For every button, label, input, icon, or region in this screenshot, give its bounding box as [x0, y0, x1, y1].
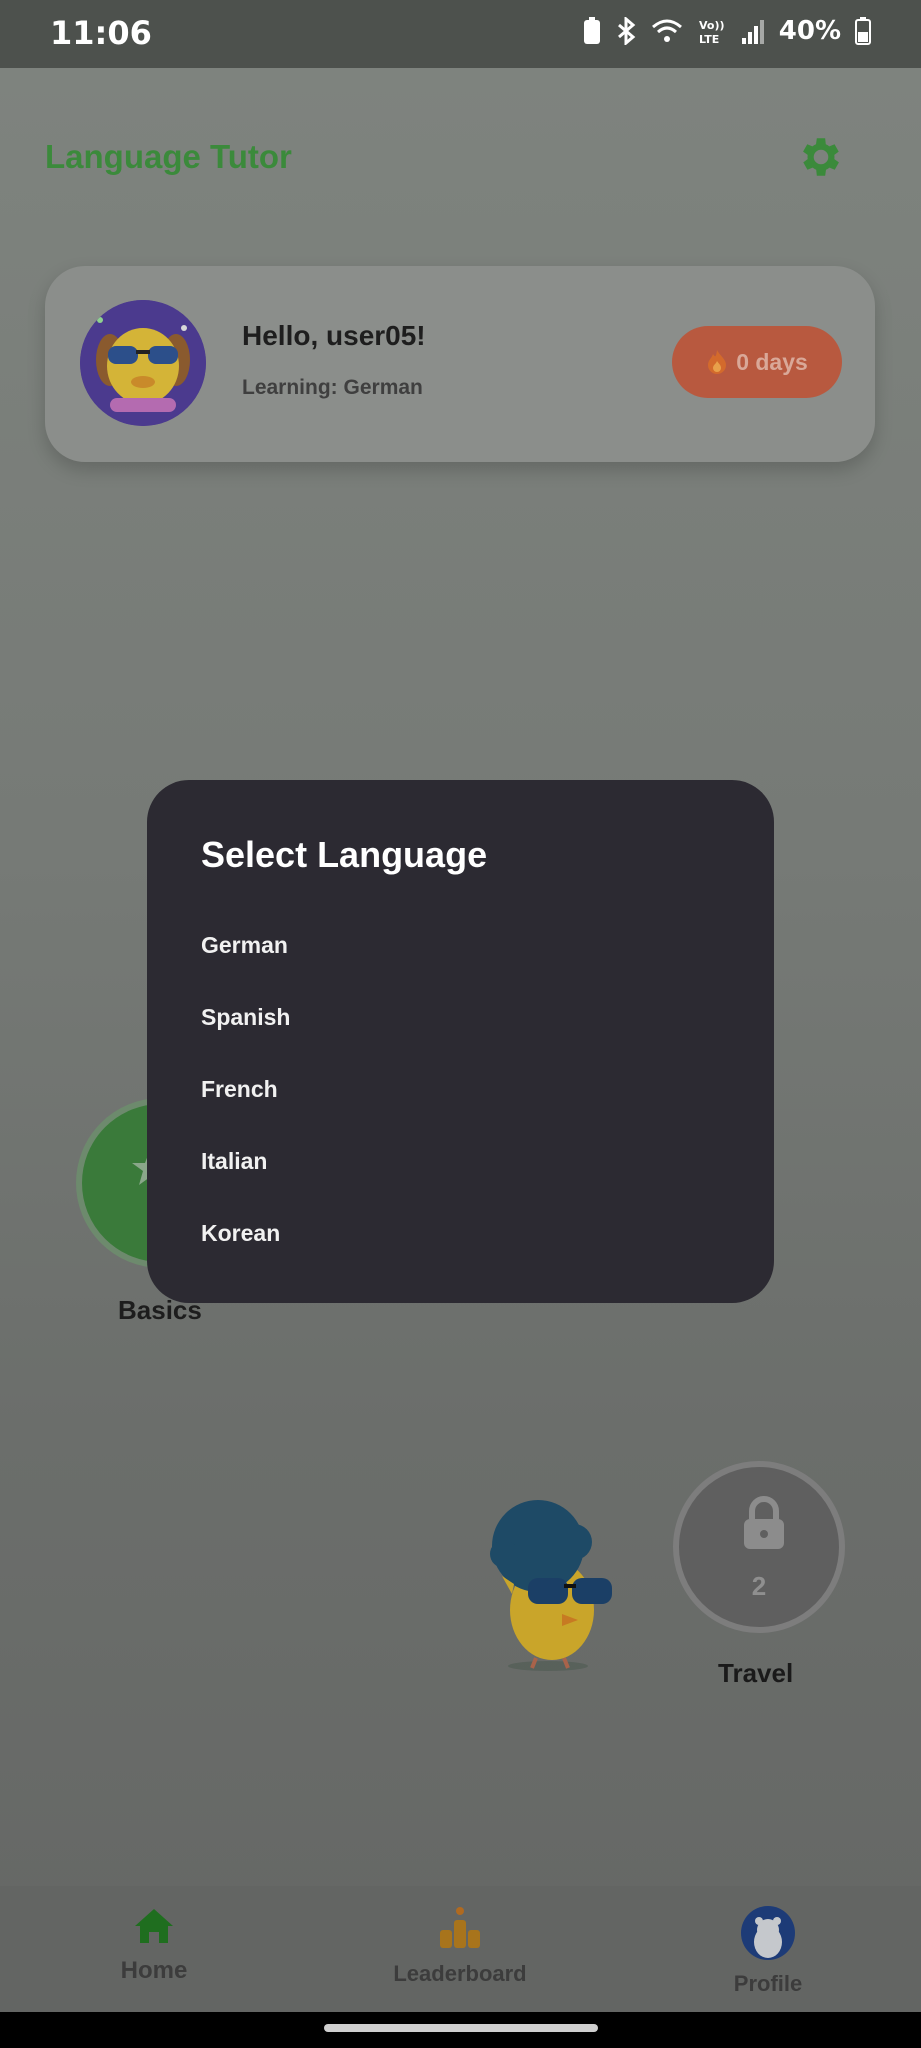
- greeting-card: Hello, user05! Learning: German 0 days: [45, 266, 875, 462]
- lesson-label-travel: Travel: [718, 1658, 794, 1688]
- streak-badge[interactable]: 0 days: [672, 326, 842, 398]
- nav-leaderboard[interactable]: Leaderboard: [390, 1906, 530, 1987]
- lock-icon: [744, 1496, 784, 1549]
- profile-avatar-icon: [741, 1906, 795, 1960]
- dialog-title: Select Language: [201, 834, 488, 875]
- language-option-french[interactable]: French: [201, 1076, 278, 1103]
- gear-icon[interactable]: [796, 132, 846, 182]
- nav-profile-label: Profile: [733, 1971, 803, 1996]
- leaderboard-icon: [440, 1907, 480, 1948]
- gesture-bar: [0, 2012, 921, 2048]
- avatar-mascot-icon: [80, 300, 206, 426]
- status-icons: Vo)) LTE 40%: [583, 16, 871, 46]
- battery-icon: [855, 17, 871, 45]
- language-option-german[interactable]: German: [201, 932, 288, 959]
- learning-language: Learning: German: [242, 376, 423, 399]
- bottom-nav: Home Leaderboard Profile: [0, 1886, 921, 2012]
- mascot-bird-icon: [490, 1500, 612, 1671]
- status-bar: 11:06 Vo)) LTE 40%: [0, 0, 921, 68]
- nav-home[interactable]: Home: [106, 1906, 202, 1985]
- lesson-node-travel[interactable]: 2: [673, 1461, 845, 1633]
- language-option-spanish[interactable]: Spanish: [201, 1004, 290, 1031]
- svg-text:Vo)): Vo)): [699, 19, 725, 32]
- nav-leaderboard-label: Leaderboard: [393, 1961, 527, 1986]
- battery-percent: 40%: [778, 16, 841, 46]
- app-title: Language Tutor: [45, 138, 292, 175]
- greeting-title: Hello, user05!: [242, 320, 426, 351]
- home-icon: [135, 1909, 173, 1943]
- nav-profile[interactable]: Profile: [718, 1906, 818, 1997]
- streak-label: 0 days: [736, 348, 808, 375]
- signal-icon: [741, 20, 764, 44]
- status-time: 11:06: [50, 14, 152, 52]
- language-option-italian[interactable]: Italian: [201, 1148, 267, 1175]
- bluetooth-icon: [617, 17, 636, 45]
- battery-saver-icon: [583, 17, 600, 44]
- lesson-number: 2: [751, 1571, 767, 1601]
- home-gesture-handle[interactable]: [324, 2024, 598, 2032]
- fire-icon: [708, 350, 727, 374]
- svg-text:LTE: LTE: [699, 33, 719, 45]
- volte-icon: Vo))LTE: [699, 19, 725, 45]
- language-option-korean[interactable]: Korean: [201, 1220, 280, 1247]
- select-language-dialog: Select Language German Spanish French It…: [147, 780, 774, 1303]
- nav-home-label: Home: [120, 1957, 188, 1984]
- avatar[interactable]: [80, 300, 206, 426]
- wifi-icon: [651, 19, 682, 42]
